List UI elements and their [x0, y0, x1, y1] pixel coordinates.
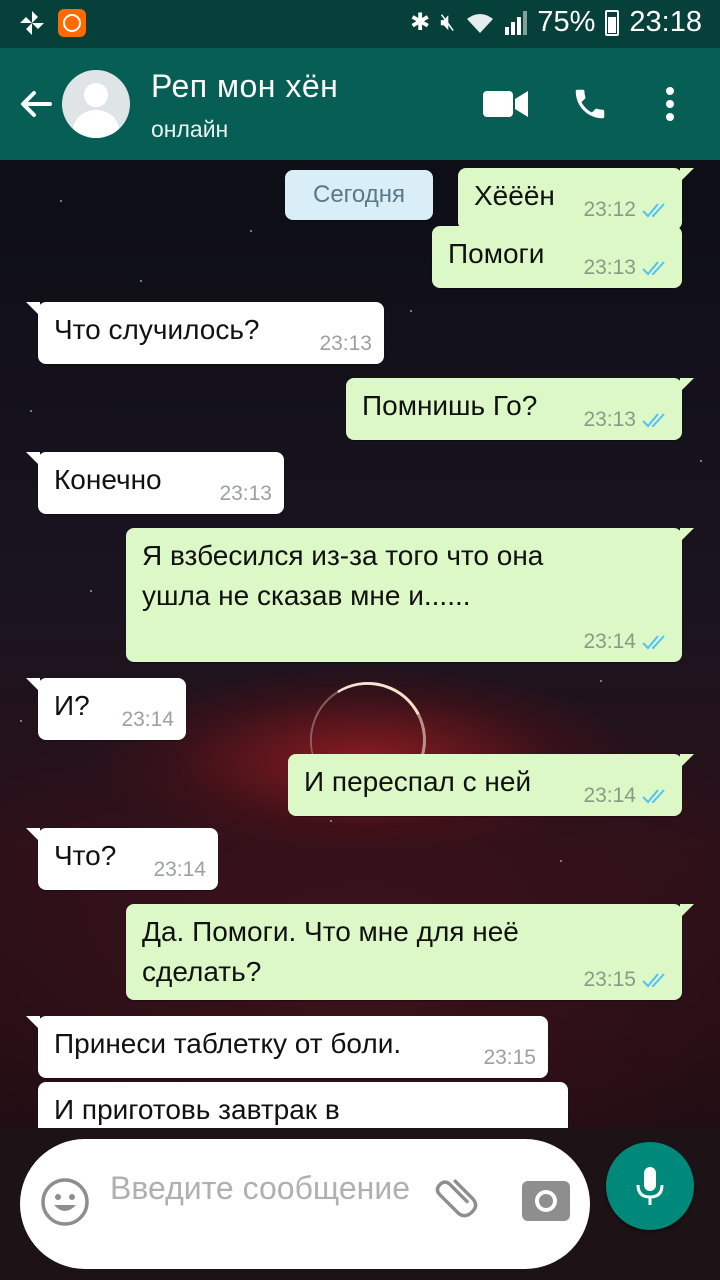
message-time: 23:14	[153, 858, 206, 881]
message-time: 23:13	[319, 332, 372, 355]
message-text: И приготовь завтрак в	[54, 1094, 340, 1125]
message-time: 23:13	[583, 256, 636, 279]
contact-status: онлайн	[151, 116, 229, 142]
message-incoming[interactable]: Что случилось? 23:13	[26, 302, 384, 364]
mic-icon	[636, 1167, 664, 1205]
avatar[interactable]	[62, 70, 130, 138]
message-time: 23:12	[583, 198, 636, 221]
message-time: 23:14	[121, 708, 174, 731]
message-text: Помоги	[448, 238, 545, 269]
emoji-icon[interactable]	[40, 1177, 90, 1227]
signal-icon	[505, 10, 528, 35]
message-outgoing[interactable]: Да. Помоги. Что мне для неё сделать? 23:…	[126, 904, 694, 1000]
message-incoming[interactable]: Принеси таблетку от боли. 23:15	[26, 1016, 548, 1078]
message-text: Помнишь Го?	[362, 390, 538, 421]
attach-icon[interactable]	[428, 1171, 488, 1231]
chat-messages[interactable]: Сегодня Хёёён 23:12 Помоги 23:13 Что слу…	[0, 160, 720, 1128]
more-vert-icon	[666, 87, 674, 121]
date-chip: Сегодня	[285, 170, 433, 220]
double-check-icon	[642, 261, 665, 276]
message-time: 23:14	[583, 784, 636, 807]
message-text: Принеси таблетку от боли.	[54, 1028, 402, 1059]
message-input[interactable]: Введите сообщение	[20, 1139, 590, 1269]
message-text: Да. Помоги. Что мне для неё сделать?	[142, 916, 519, 987]
message-text: Конечно	[54, 464, 162, 495]
message-text: Что случилось?	[54, 314, 260, 345]
double-check-icon	[642, 203, 665, 218]
battery-percent: 75%	[537, 6, 596, 38]
mute-icon: 🔇︎	[440, 8, 456, 36]
video-call-button[interactable]	[478, 76, 534, 132]
message-time: 23:15	[483, 1046, 536, 1069]
composer: Введите сообщение	[0, 1128, 720, 1280]
camera-icon[interactable]	[518, 1171, 574, 1227]
message-input-placeholder[interactable]: Введите сообщение	[110, 1167, 410, 1209]
double-check-icon	[642, 413, 665, 428]
voice-call-button[interactable]	[562, 76, 618, 132]
message-text: И переспал с ней	[304, 766, 532, 797]
message-incoming[interactable]: И приготовь завтрак в	[38, 1082, 568, 1128]
message-time: 23:13	[583, 408, 636, 431]
double-check-icon	[642, 973, 665, 988]
message-incoming[interactable]: И? 23:14	[26, 678, 186, 740]
message-incoming[interactable]: Что? 23:14	[26, 828, 218, 890]
chat-header: Реп мон хён онлайн	[0, 48, 720, 160]
message-time: 23:13	[219, 482, 272, 505]
pinwheel-notification-icon	[20, 11, 44, 35]
wifi-icon	[467, 13, 494, 33]
phone-icon	[575, 89, 605, 119]
message-time: 23:14	[583, 630, 636, 653]
message-outgoing[interactable]: И переспал с ней 23:14	[288, 754, 694, 816]
message-time: 23:15	[583, 968, 636, 991]
double-check-icon	[642, 789, 665, 804]
message-text: Я взбесился из-за того что она ушла не с…	[142, 540, 544, 611]
mic-button[interactable]	[606, 1142, 694, 1230]
message-text: Хёёён	[474, 180, 555, 211]
back-arrow-icon[interactable]	[16, 84, 56, 124]
clock: 23:18	[629, 6, 702, 38]
message-text: И?	[54, 690, 90, 721]
more-options-button[interactable]	[642, 76, 698, 132]
message-text: Что?	[54, 840, 117, 871]
bluetooth-icon: ✱	[410, 9, 431, 36]
contact-name[interactable]: Реп мон хён	[151, 68, 338, 105]
message-outgoing[interactable]: Хёёён 23:12	[458, 168, 694, 230]
app-notification-icon	[58, 9, 86, 37]
status-bar: ✱ 🔇︎ 75% 23:18	[0, 0, 720, 48]
video-call-icon	[483, 91, 528, 117]
message-outgoing[interactable]: Помоги 23:13	[432, 226, 682, 288]
message-outgoing[interactable]: Я взбесился из-за того что она ушла не с…	[126, 528, 694, 662]
battery-icon	[605, 9, 620, 36]
message-incoming[interactable]: Конечно 23:13	[26, 452, 284, 514]
double-check-icon	[642, 635, 665, 650]
message-outgoing[interactable]: Помнишь Го? 23:13	[346, 378, 694, 440]
